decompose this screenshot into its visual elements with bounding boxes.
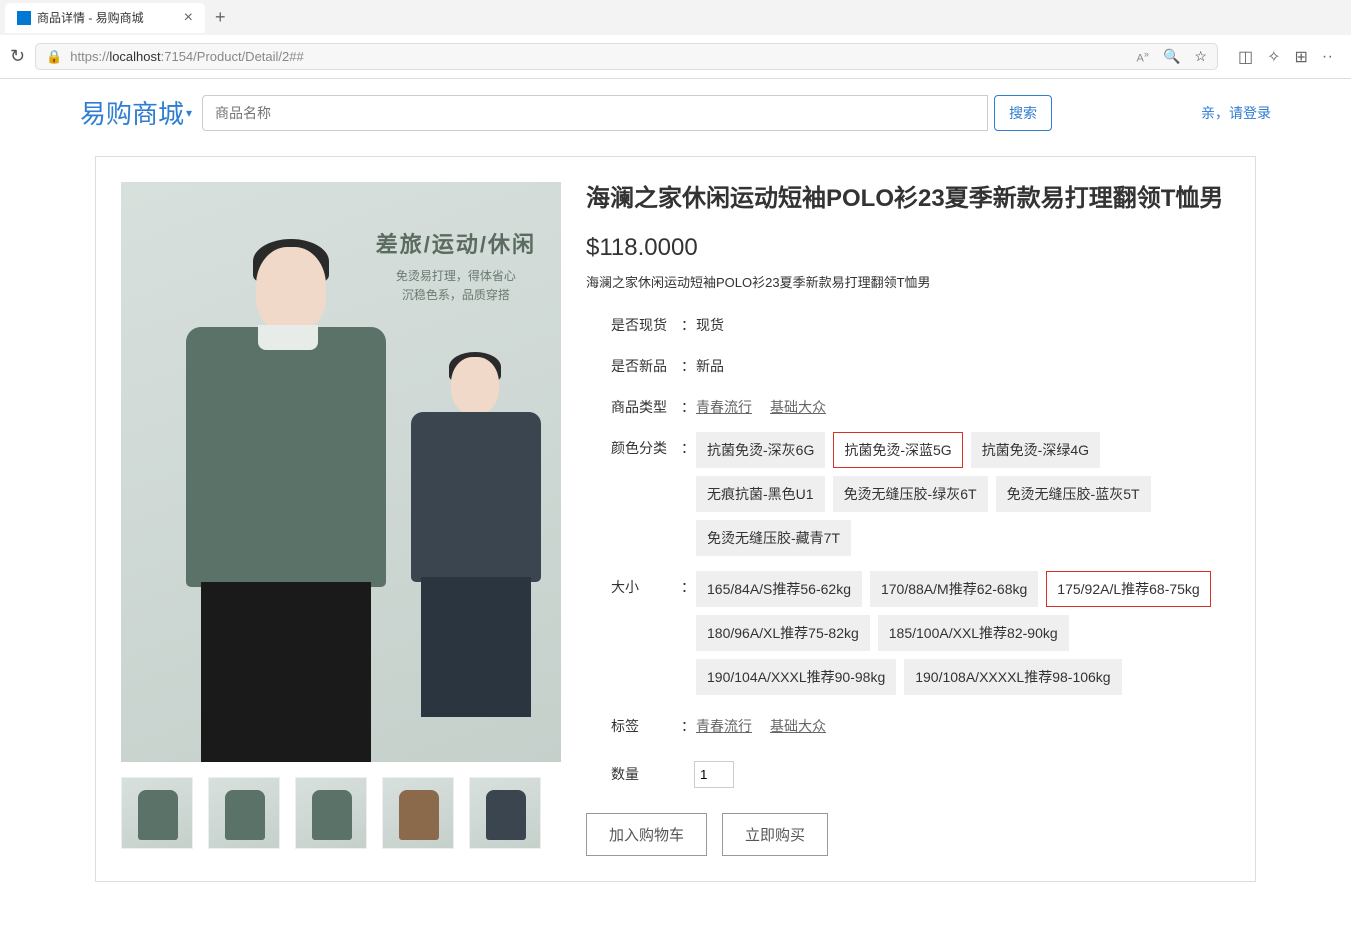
type-link[interactable]: 基础大众 [770, 399, 826, 415]
zoom-icon[interactable]: 🔍 [1163, 48, 1180, 65]
tab-title: 商品详情 - 易购商城 [37, 9, 144, 26]
split-icon[interactable]: ◫ [1238, 47, 1253, 67]
page-header: 易购商城▾ 搜索 亲，请登录 [0, 79, 1351, 146]
buy-now-button[interactable]: 立即购买 [722, 813, 828, 856]
url-text: https://localhost:7154/Product/Detail/2#… [70, 49, 1136, 64]
color-option[interactable]: 抗菌免烫-深蓝5G [833, 432, 962, 468]
logo[interactable]: 易购商城▾ [80, 94, 192, 131]
size-option[interactable]: 185/100A/XXL推荐82-90kg [878, 615, 1069, 651]
search-form: 搜索 [202, 95, 1052, 131]
model-figure-1 [176, 247, 396, 762]
color-option[interactable]: 抗菌免烫-深灰6G [696, 432, 825, 468]
tag-link[interactable]: 基础大众 [770, 718, 826, 734]
search-button[interactable]: 搜索 [994, 95, 1052, 131]
new-tab-button[interactable]: + [205, 7, 236, 28]
more-icon[interactable]: · · [1322, 48, 1331, 66]
tab-close-icon[interactable]: × [184, 9, 193, 27]
action-buttons: 加入购物车 立即购买 [586, 813, 1230, 856]
color-option[interactable]: 无痕抗菌-黑色U1 [696, 476, 825, 512]
login-link[interactable]: 亲，请登录 [1201, 103, 1271, 123]
color-option[interactable]: 抗菌免烫-深绿4G [971, 432, 1100, 468]
attr-new: 是否新品 ： 新品 [611, 350, 1230, 376]
image-overlay-text: 差旅/运动/休闲 免烫易打理，得体省心 沉稳色系，品质穿搭 [376, 227, 536, 305]
refresh-icon[interactable]: ↻ [10, 46, 25, 67]
browser-actions: ◫ ✧ ⊞ · · [1228, 47, 1341, 67]
color-option[interactable]: 免烫无缝压胶-绿灰6T [833, 476, 988, 512]
search-input[interactable] [202, 95, 988, 131]
reader-icon[interactable]: A» [1137, 49, 1149, 65]
tab-bar: 商品详情 - 易购商城 × + [0, 0, 1351, 35]
main-product-image[interactable]: 差旅/运动/休闲 免烫易打理，得体省心 沉稳色系，品质穿搭 [121, 182, 561, 762]
quantity-row: 数量 [611, 761, 1230, 788]
attr-type: 商品类型 ： 青春流行基础大众 [611, 391, 1230, 417]
size-option[interactable]: 180/96A/XL推荐75-82kg [696, 615, 870, 651]
model-figure-2 [396, 357, 556, 757]
thumbnail[interactable] [208, 777, 280, 849]
address-bar: ↻ 🔒 https://localhost:7154/Product/Detai… [0, 35, 1351, 78]
size-option[interactable]: 175/92A/L推荐68-75kg [1046, 571, 1210, 607]
lock-icon: 🔒 [46, 49, 62, 65]
attr-size: 大小 ： 165/84A/S推荐56-62kg170/88A/M推荐62-68k… [611, 571, 1230, 695]
thumbnail[interactable] [121, 777, 193, 849]
gallery: 差旅/运动/休闲 免烫易打理，得体省心 沉稳色系，品质穿搭 [121, 182, 561, 856]
product-title: 海澜之家休闲运动短袖POLO衫23夏季新款易打理翻领T恤男 [586, 182, 1230, 216]
tag-link[interactable]: 青春流行 [696, 718, 752, 734]
attributes: 是否现货 ： 现货 是否新品 ： 新品 商品类型 ： 青春流行基础大众 颜色分类… [586, 309, 1230, 736]
favorite-icon[interactable]: ☆ [1194, 48, 1207, 65]
thumbnail[interactable] [469, 777, 541, 849]
color-option[interactable]: 免烫无缝压胶-藏青7T [696, 520, 851, 556]
size-option[interactable]: 190/108A/XXXXL推荐98-106kg [904, 659, 1121, 695]
attr-tags: 标签 ： 青春流行基础大众 [611, 710, 1230, 736]
product-details: 海澜之家休闲运动短袖POLO衫23夏季新款易打理翻领T恤男 $118.0000 … [586, 182, 1230, 856]
product-container: 差旅/运动/休闲 免烫易打理，得体省心 沉稳色系，品质穿搭 海澜之家休闲运动短袖… [95, 156, 1256, 882]
collections-icon[interactable]: ✧ [1267, 47, 1280, 67]
color-option[interactable]: 免烫无缝压胶-蓝灰5T [996, 476, 1151, 512]
product-price: $118.0000 [586, 234, 1230, 262]
attr-color: 颜色分类 ： 抗菌免烫-深灰6G抗菌免烫-深蓝5G抗菌免烫-深绿4G无痕抗菌-黑… [611, 432, 1230, 556]
type-link[interactable]: 青春流行 [696, 399, 752, 415]
size-option[interactable]: 165/84A/S推荐56-62kg [696, 571, 862, 607]
extensions-icon[interactable]: ⊞ [1294, 47, 1307, 67]
thumbnail-row [121, 777, 561, 849]
size-option[interactable]: 170/88A/M推荐62-68kg [870, 571, 1038, 607]
thumbnail[interactable] [382, 777, 454, 849]
qty-label: 数量 [611, 764, 639, 784]
url-input[interactable]: 🔒 https://localhost:7154/Product/Detail/… [35, 43, 1218, 70]
product-description: 海澜之家休闲运动短袖POLO衫23夏季新款易打理翻领T恤男 [586, 272, 1230, 291]
browser-tab[interactable]: 商品详情 - 易购商城 × [5, 3, 205, 33]
thumbnail[interactable] [295, 777, 367, 849]
add-to-cart-button[interactable]: 加入购物车 [586, 813, 707, 856]
size-option[interactable]: 190/104A/XXXL推荐90-98kg [696, 659, 896, 695]
caret-down-icon: ▾ [186, 106, 192, 120]
attr-stock: 是否现货 ： 现货 [611, 309, 1230, 335]
favicon-icon [17, 11, 31, 25]
browser-chrome: 商品详情 - 易购商城 × + ↻ 🔒 https://localhost:71… [0, 0, 1351, 79]
quantity-input[interactable] [694, 761, 734, 788]
